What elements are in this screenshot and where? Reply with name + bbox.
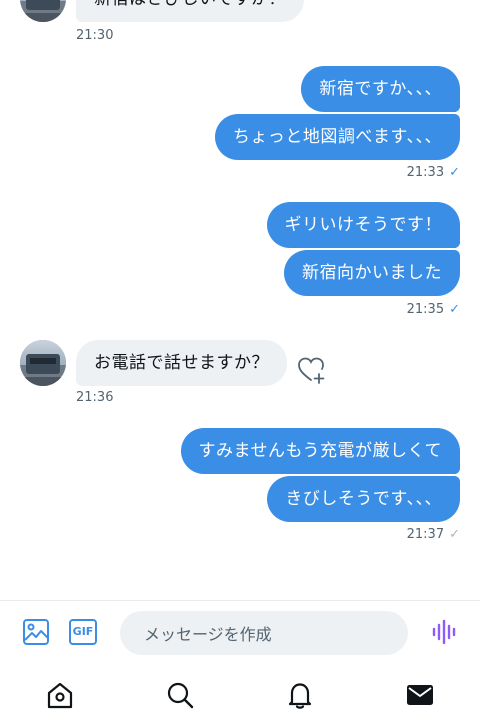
message-timestamp: 21:33 ✓ — [407, 165, 460, 180]
message-timestamp: 21:35 ✓ — [407, 302, 460, 317]
gif-button[interactable]: GIF — [69, 619, 97, 645]
message-thread: 新宿はさびしいですか？ 21:30 新宿ですか、、、 ちょっと地図調べます、、、… — [0, 0, 480, 600]
avatar[interactable] — [20, 340, 66, 386]
image-icon[interactable] — [22, 618, 50, 646]
message-timestamp: 21:30 — [76, 28, 114, 43]
outgoing-message-bubble[interactable]: 新宿ですか、、、 — [301, 66, 460, 112]
outgoing-message-bubble[interactable]: きびしそうです、、、 — [267, 476, 460, 522]
message-input[interactable] — [142, 611, 412, 657]
message-timestamp: 21:36 — [76, 390, 114, 405]
delivered-check-icon: ✓ — [449, 527, 460, 542]
message-input-container[interactable] — [120, 611, 412, 657]
mail-icon[interactable] — [405, 680, 435, 710]
sent-check-icon: ✓ — [449, 165, 460, 180]
avatar[interactable] — [20, 0, 66, 22]
like-heart-plus-icon[interactable] — [297, 355, 327, 385]
message-composer: GIF — [0, 600, 480, 667]
sent-check-icon: ✓ — [449, 302, 460, 317]
outgoing-message-bubble[interactable]: ちょっと地図調べます、、、 — [214, 114, 460, 160]
incoming-message-bubble[interactable]: 新宿はさびしいですか？ — [76, 0, 304, 22]
home-icon[interactable] — [45, 680, 75, 710]
timestamp-text: 21:33 — [406, 165, 445, 180]
outgoing-message-bubble[interactable]: 新宿向かいました — [284, 250, 460, 296]
bottom-tab-bar — [0, 666, 480, 727]
message-timestamp: 21:37 ✓ — [407, 527, 460, 542]
gif-label: GIF — [72, 625, 94, 638]
outgoing-message-bubble[interactable]: すみませんもう充電が厳しくて — [180, 428, 460, 474]
timestamp-text: 21:35 — [406, 302, 445, 317]
timestamp-text: 21:37 — [406, 527, 445, 542]
voice-message-icon[interactable] — [430, 618, 458, 646]
search-icon[interactable] — [165, 680, 195, 710]
incoming-message-bubble[interactable]: お電話で話せますか？ — [76, 340, 287, 386]
bell-icon[interactable] — [285, 680, 315, 710]
outgoing-message-bubble[interactable]: ギリいけそうです！ — [266, 202, 460, 248]
